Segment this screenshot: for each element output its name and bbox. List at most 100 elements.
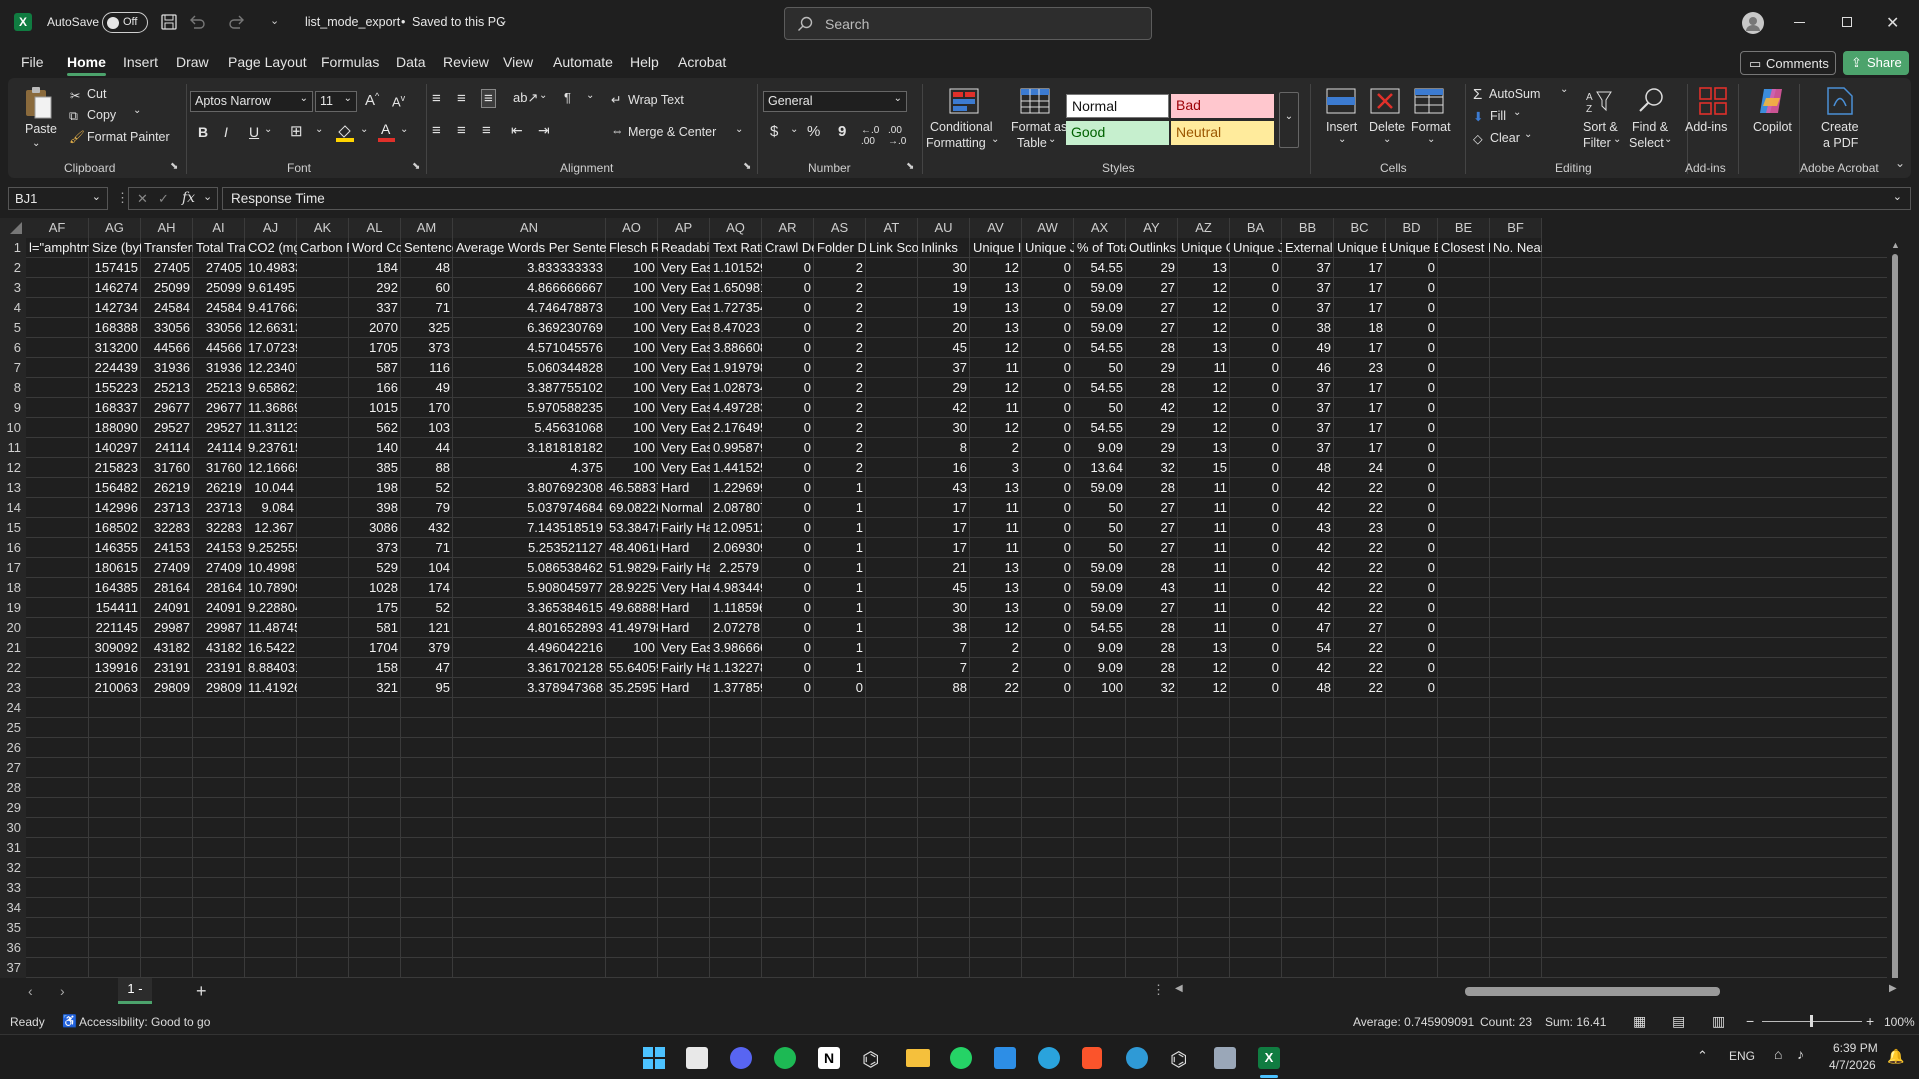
table-cell[interactable]: 17 <box>1334 298 1386 318</box>
format-as-table-button[interactable]: Format as <box>1011 120 1067 134</box>
table-cell[interactable]: 1705 <box>349 338 401 358</box>
table-cell[interactable]: 12.66313 <box>245 318 297 338</box>
table-cell[interactable]: 0 <box>1386 258 1438 278</box>
conditional-formatting-icon[interactable] <box>949 88 979 114</box>
column-title-cell[interactable]: Carbon Ra <box>297 238 349 258</box>
name-box[interactable]: BJ1 ⌄ <box>8 187 108 210</box>
table-cell[interactable]: Hard <box>658 678 710 698</box>
chevron-down-icon[interactable]: ⌄ <box>264 124 272 135</box>
table-cell[interactable]: 100 <box>1074 678 1126 698</box>
font-color-icon[interactable]: A <box>377 121 397 142</box>
table-cell[interactable]: 184 <box>349 258 401 278</box>
table-cell[interactable]: 0 <box>1022 418 1074 438</box>
table-cell[interactable]: 22 <box>1334 478 1386 498</box>
add-ins-icon[interactable] <box>1698 86 1728 116</box>
table-cell[interactable]: 154411 <box>89 598 141 618</box>
table-cell[interactable]: 0 <box>1022 318 1074 338</box>
table-cell[interactable]: 0 <box>1230 358 1282 378</box>
table-cell[interactable]: 11 <box>970 518 1022 538</box>
conditional-formatting-button[interactable]: Conditional <box>930 120 993 134</box>
table-cell[interactable]: 2 <box>970 658 1022 678</box>
table-cell[interactable]: 0 <box>1386 638 1438 658</box>
table-cell[interactable]: 0 <box>1022 258 1074 278</box>
table-cell[interactable]: 59.09 <box>1074 598 1126 618</box>
wrap-text-button[interactable]: Wrap Text <box>628 93 684 107</box>
table-cell[interactable]: 18 <box>1334 318 1386 338</box>
table-cell[interactable]: 0 <box>1022 278 1074 298</box>
chevron-down-icon[interactable]: ⌄ <box>498 13 508 27</box>
table-cell[interactable]: 0 <box>1230 378 1282 398</box>
table-cell[interactable]: 59.09 <box>1074 318 1126 338</box>
column-title-cell[interactable]: % of Total <box>1074 238 1126 258</box>
column-title-cell[interactable]: Sentence <box>401 238 453 258</box>
table-cell[interactable]: 0 <box>1230 498 1282 518</box>
table-cell[interactable]: 2 <box>970 638 1022 658</box>
table-cell[interactable]: 28 <box>1126 378 1178 398</box>
column-header-bf[interactable]: BF <box>1490 218 1542 238</box>
insert-button[interactable]: Insert <box>1326 120 1357 134</box>
table-cell[interactable]: 0 <box>1230 518 1282 538</box>
table-cell[interactable]: 1.118596 <box>710 598 762 618</box>
column-header-ag[interactable]: AG <box>89 218 141 238</box>
table-cell[interactable]: 0 <box>1022 658 1074 678</box>
table-cell[interactable]: 28 <box>1126 638 1178 658</box>
table-cell[interactable]: 0 <box>762 478 814 498</box>
table-cell[interactable]: 71 <box>401 538 453 558</box>
row-header[interactable]: 15 <box>0 518 26 538</box>
table-cell[interactable]: 0 <box>762 378 814 398</box>
column-title-cell[interactable]: Unique Ex <box>1334 238 1386 258</box>
table-cell[interactable]: 22 <box>1334 638 1386 658</box>
spreadsheet-grid[interactable]: AF AG AH AI AJ AK AL AM AN AO AP AQ AR AS AT AU AV AW AX AY… <box>0 218 1903 978</box>
table-cell[interactable]: 17.07239 <box>245 338 297 358</box>
table-cell[interactable]: 38 <box>918 618 970 638</box>
table-cell[interactable]: 4.801652893 <box>453 618 606 638</box>
chevron-down-icon[interactable]: ⌄ <box>1524 129 1532 140</box>
fill-color-icon[interactable] <box>335 122 357 142</box>
table-cell[interactable]: 27409 <box>193 558 245 578</box>
table-cell[interactable]: 59.09 <box>1074 578 1126 598</box>
table-cell[interactable]: 4.375 <box>453 458 606 478</box>
style-bad[interactable]: Bad <box>1171 94 1274 118</box>
create-pdf-button-line2[interactable]: a PDF <box>1823 136 1858 150</box>
table-cell[interactable]: 8.47023 <box>710 318 762 338</box>
table-cell[interactable]: 0 <box>1386 338 1438 358</box>
table-cell[interactable]: Very Easy <box>658 258 710 278</box>
clear-button[interactable]: Clear <box>1490 131 1520 145</box>
table-cell[interactable]: 3.181818182 <box>453 438 606 458</box>
row-header[interactable]: 18 <box>0 578 26 598</box>
create-pdf-icon[interactable] <box>1826 86 1854 116</box>
table-cell[interactable]: 2 <box>814 318 866 338</box>
table-cell[interactable]: 11 <box>1178 498 1230 518</box>
table-cell[interactable]: 25099 <box>193 278 245 298</box>
table-cell[interactable]: 0 <box>762 558 814 578</box>
table-cell[interactable]: 2.069309 <box>710 538 762 558</box>
table-cell[interactable]: 53.38478 <box>606 518 658 538</box>
tab-help[interactable]: Help <box>630 54 659 70</box>
table-cell[interactable]: 0 <box>762 598 814 618</box>
table-cell[interactable]: 11.36869 <box>245 398 297 418</box>
save-icon[interactable] <box>161 14 177 30</box>
table-cell[interactable]: 100 <box>606 378 658 398</box>
table-cell[interactable]: 309092 <box>89 638 141 658</box>
customize-toolbar-icon[interactable]: ⌄ <box>270 14 279 27</box>
table-cell[interactable]: 11 <box>1178 598 1230 618</box>
row-header[interactable]: 23 <box>0 678 26 698</box>
table-cell[interactable]: 17 <box>1334 438 1386 458</box>
column-title-cell[interactable]: CO2 (mg) <box>245 238 297 258</box>
column-title-cell[interactable]: Unique Ou <box>1178 238 1230 258</box>
table-cell[interactable]: Fairly Hard <box>658 658 710 678</box>
whatsapp-icon[interactable] <box>950 1047 972 1069</box>
table-cell[interactable]: 12.09512 <box>710 518 762 538</box>
excel-taskbar-icon[interactable]: X <box>1258 1047 1280 1069</box>
table-cell[interactable]: 27409 <box>141 558 193 578</box>
table-cell[interactable]: 0 <box>1230 578 1282 598</box>
table-cell[interactable]: 0 <box>1386 598 1438 618</box>
table-cell[interactable]: 28164 <box>193 578 245 598</box>
table-cell[interactable]: 0 <box>1386 558 1438 578</box>
table-cell[interactable]: 0 <box>762 518 814 538</box>
table-cell[interactable]: 29809 <box>193 678 245 698</box>
table-cell[interactable]: 100 <box>606 278 658 298</box>
row-header[interactable]: 31 <box>0 838 26 858</box>
table-cell[interactable]: 9.61495 <box>245 278 297 298</box>
table-cell[interactable]: 140297 <box>89 438 141 458</box>
